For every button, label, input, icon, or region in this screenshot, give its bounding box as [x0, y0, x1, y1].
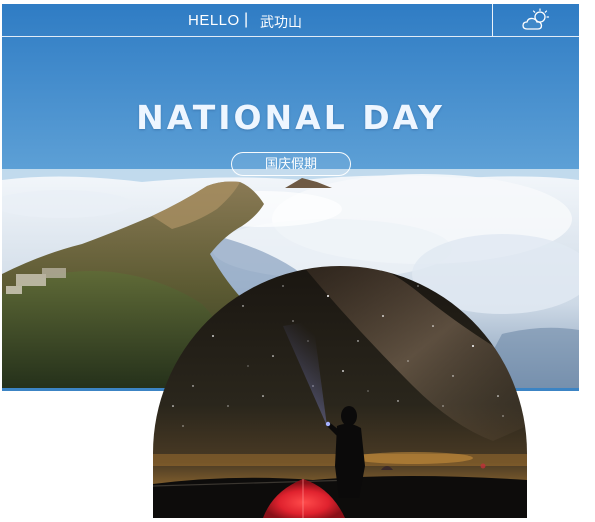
- header-separator: |: [244, 11, 249, 28]
- national-day-headline: NATIONAL DAY: [136, 98, 445, 137]
- holiday-pill: 国庆假期: [231, 152, 351, 176]
- top-bar: HELLO | 武功山: [2, 4, 579, 37]
- greeting-text: HELLO: [188, 12, 240, 29]
- partly-cloudy-icon: [522, 8, 550, 32]
- starry-night-camping-photo: [153, 266, 527, 518]
- location-name: 武功山: [260, 14, 302, 30]
- header-divider: [492, 4, 493, 36]
- page: HELLO | 武功山 NATIONAL DAY 国庆假期: [0, 0, 595, 522]
